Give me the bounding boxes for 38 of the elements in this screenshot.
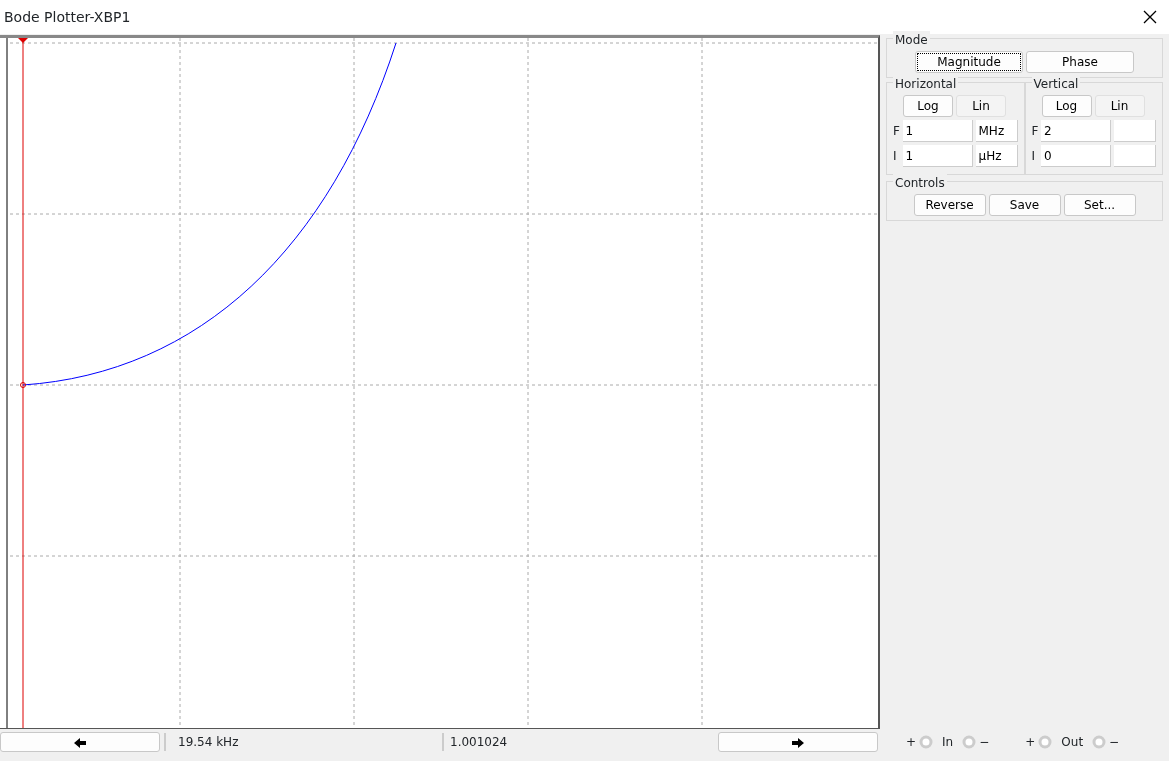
terminal-icon[interactable] [1092,735,1107,749]
field-label: I [893,148,898,165]
scale-button[interactable]: Log [1041,95,1092,117]
control-button[interactable]: Reverse [913,194,986,216]
scale-button[interactable]: Log [903,95,953,117]
value-field[interactable]: 1 [902,145,973,167]
unit-field[interactable] [1114,120,1156,142]
close-icon[interactable] [1143,10,1157,24]
scroll-button[interactable] [718,732,878,752]
terminal-icon[interactable] [919,735,934,749]
terminal-label: In [942,734,954,751]
control-button[interactable]: Save [988,194,1061,216]
unit-field[interactable]: μHz [975,145,1018,167]
field-label: F [1031,123,1040,140]
value-field[interactable]: 1 [902,120,973,142]
scroll-button[interactable] [0,732,160,752]
field-label: F [893,123,901,140]
terminal-icon[interactable] [962,735,977,749]
scale-button[interactable]: Lin [956,95,1006,117]
field-label: I [1031,148,1037,165]
unit-field[interactable] [1114,145,1156,167]
left-arrow-icon [74,737,86,748]
frequency-readout: 19.54 kHz [164,733,442,751]
mode-button[interactable]: Phase [1026,51,1134,73]
terminal-sign: − [1109,734,1120,751]
terminal-sign: − [979,734,990,751]
scale-button[interactable]: Lin [1094,95,1145,117]
window-title: Bode Plotter-XBP1 [3,7,131,27]
terminal-sign: + [1025,734,1036,751]
terminal-sign: + [906,734,917,751]
value-field[interactable]: 2 [1041,120,1111,142]
unit-field[interactable]: MHz [975,120,1018,142]
control-button[interactable]: Set... [1063,194,1136,216]
value-field[interactable]: 0 [1041,145,1111,167]
terminal-icon[interactable] [1038,735,1053,749]
mode-button[interactable]: Magnitude [915,51,1023,73]
terminal-label: Out [1061,734,1084,751]
right-arrow-icon [792,737,804,748]
